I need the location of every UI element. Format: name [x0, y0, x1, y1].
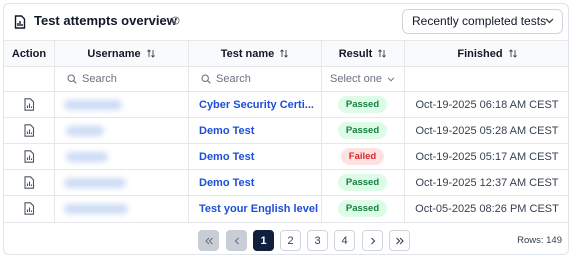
- status-badge: Passed: [337, 96, 388, 113]
- report-chart-icon: [23, 124, 34, 137]
- result-cell: Passed: [321, 118, 404, 143]
- table-row: Test your English level Passed Oct-05-20…: [4, 195, 568, 221]
- result-cell: Passed: [321, 196, 404, 221]
- test-name-link[interactable]: Demo Test: [188, 170, 321, 195]
- row-action-button[interactable]: [4, 170, 54, 195]
- username-redacted: [64, 100, 122, 110]
- column-divider: [54, 40, 55, 222]
- rows-count: Rows: 149: [517, 235, 562, 246]
- page-button-2[interactable]: 2: [280, 230, 301, 251]
- status-badge: Failed: [340, 148, 385, 165]
- report-chart-icon: [23, 98, 34, 111]
- page-button-3[interactable]: 3: [307, 230, 328, 251]
- result-cell: Failed: [321, 144, 404, 169]
- status-badge: Passed: [337, 200, 388, 217]
- column-header-finished[interactable]: Finished: [404, 41, 568, 66]
- double-chevron-right-icon: [395, 237, 404, 244]
- test-name-link[interactable]: Demo Test: [188, 144, 321, 169]
- filter-row: Search Search Select one: [4, 66, 568, 91]
- finished-date: Oct-19-2025 05:17 AM CEST: [415, 151, 559, 163]
- view-filter-dropdown[interactable]: Recently completed tests: [402, 9, 563, 34]
- status-badge: Passed: [337, 174, 388, 191]
- search-icon: [201, 74, 211, 84]
- last-page-button[interactable]: [389, 230, 410, 251]
- info-circle-icon[interactable]: [171, 16, 180, 25]
- finished-date: Oct-19-2025 05:28 AM CEST: [415, 125, 559, 137]
- table-row: Cyber Security Certi... Passed Oct-19-20…: [4, 91, 568, 117]
- test-name-link[interactable]: Test your English level: [188, 196, 321, 221]
- test-name-link[interactable]: Demo Test: [188, 118, 321, 143]
- test-name-search-input[interactable]: Search: [188, 67, 321, 91]
- sort-arrows-icon[interactable]: [508, 49, 517, 58]
- row-action-button[interactable]: [4, 118, 54, 143]
- report-chart-icon: [23, 202, 34, 215]
- card-header: Test attempts overview Recently complete…: [4, 4, 568, 40]
- sort-arrows-icon[interactable]: [280, 49, 289, 58]
- finished-date: Oct-19-2025 12:37 AM CEST: [415, 177, 559, 189]
- chevron-left-icon: [234, 237, 239, 244]
- first-page-button[interactable]: [198, 230, 219, 251]
- pagination-bar: 1 2 3 4 Rows: 149: [4, 222, 568, 254]
- result-cell: Passed: [321, 170, 404, 195]
- test-attempts-card: Test attempts overview Recently complete…: [3, 3, 569, 255]
- report-chart-icon: [23, 150, 34, 163]
- page-title: Test attempts overview: [34, 13, 177, 28]
- finished-date: Oct-19-2025 06:18 AM CEST: [415, 99, 559, 111]
- username-redacted: [64, 204, 128, 214]
- prev-page-button[interactable]: [226, 230, 247, 251]
- row-action-button[interactable]: [4, 92, 54, 117]
- double-chevron-left-icon: [204, 237, 213, 244]
- column-divider: [321, 40, 322, 222]
- column-header-action: Action: [11, 47, 47, 60]
- username-redacted: [64, 178, 126, 188]
- sort-arrows-icon[interactable]: [378, 49, 387, 58]
- table-row: Demo Test Passed Oct-19-2025 05:28 AM CE…: [4, 117, 568, 143]
- column-divider: [188, 40, 189, 222]
- username-redacted: [66, 126, 104, 136]
- table-row: Demo Test Failed Oct-19-2025 05:17 AM CE…: [4, 143, 568, 169]
- sort-arrows-icon[interactable]: [146, 49, 155, 58]
- column-header-test-name[interactable]: Test name: [188, 41, 321, 66]
- column-divider: [404, 40, 405, 222]
- report-chart-icon: [23, 176, 34, 189]
- search-icon: [67, 74, 77, 84]
- result-cell: Passed: [321, 92, 404, 117]
- page-button-4[interactable]: 4: [334, 230, 355, 251]
- result-filter-select[interactable]: Select one: [321, 67, 404, 91]
- column-header-result[interactable]: Result: [321, 41, 404, 66]
- chevron-down-icon: [545, 18, 554, 24]
- chevron-down-icon: [387, 76, 395, 81]
- username-redacted: [66, 152, 108, 162]
- row-action-button[interactable]: [4, 144, 54, 169]
- username-search-input[interactable]: Search: [54, 67, 188, 91]
- chevron-right-icon: [370, 237, 375, 244]
- test-name-link[interactable]: Cyber Security Certi...: [188, 92, 321, 117]
- report-chart-icon: [14, 15, 26, 29]
- table-header: Action Username Test name Result Finishe…: [4, 40, 568, 66]
- view-filter-value: Recently completed tests: [412, 14, 547, 28]
- page-button-1[interactable]: 1: [253, 230, 274, 251]
- column-header-username[interactable]: Username: [54, 41, 188, 66]
- next-page-button[interactable]: [362, 230, 383, 251]
- status-badge: Passed: [337, 122, 388, 139]
- finished-date: Oct-05-2025 08:26 PM CEST: [415, 203, 559, 215]
- row-action-button[interactable]: [4, 196, 54, 221]
- table-row: Demo Test Passed Oct-19-2025 12:37 AM CE…: [4, 169, 568, 195]
